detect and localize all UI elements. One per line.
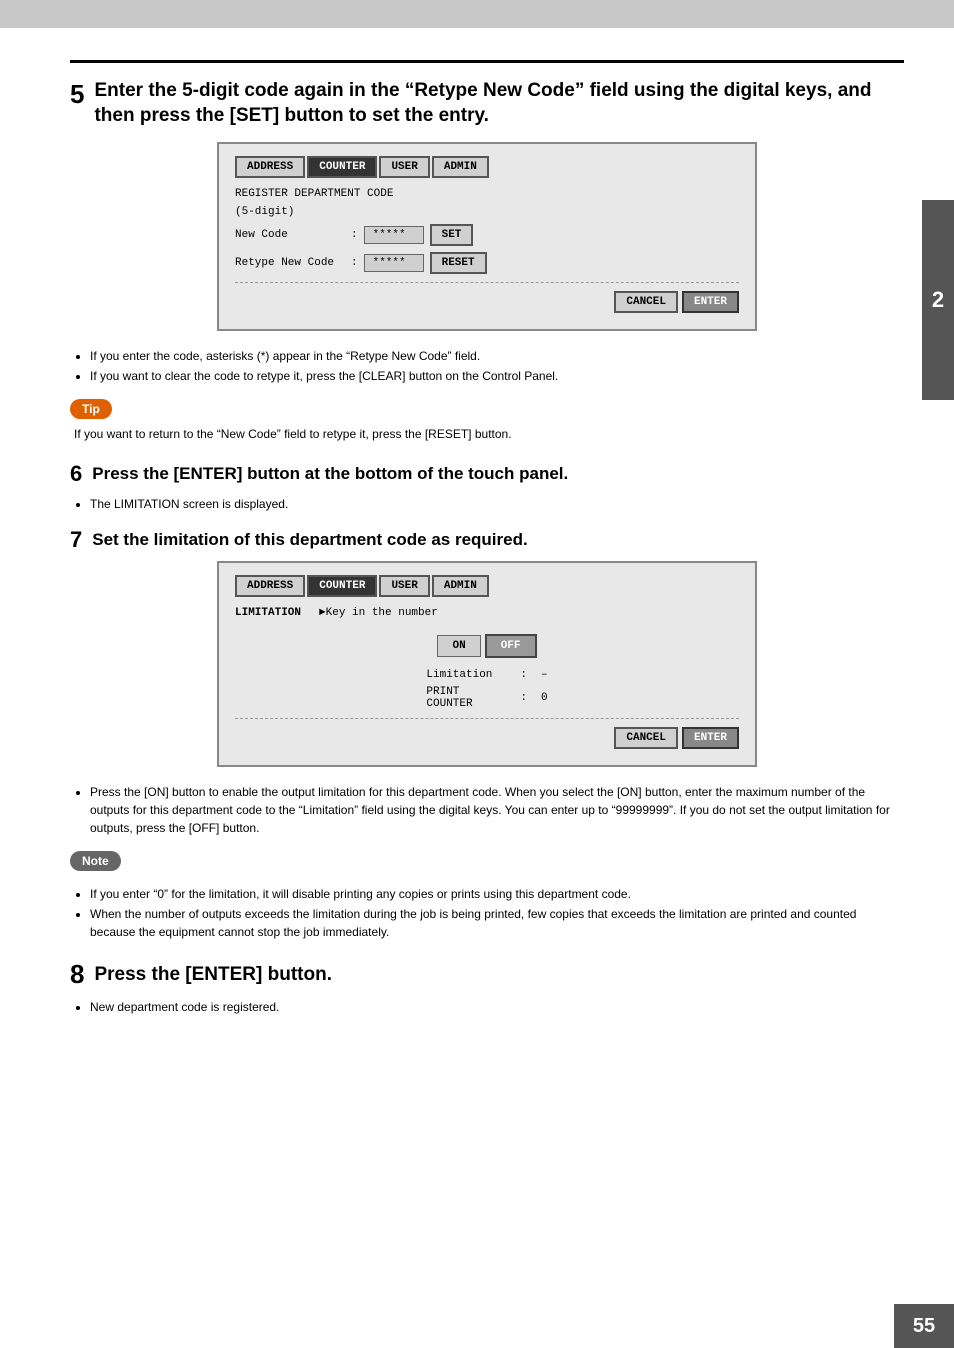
new-code-value: *****	[364, 226, 424, 244]
tab-counter[interactable]: COUNTER	[307, 156, 377, 178]
lim-tab-admin[interactable]: ADMIN	[432, 575, 489, 597]
print-counter-label: PRINT COUNTER	[426, 686, 506, 710]
main-content: 5 Enter the 5-digit code again in the “R…	[70, 60, 904, 1016]
note-label: Note	[70, 851, 121, 871]
lim-screen-divider	[235, 718, 739, 719]
screen-title-line2: (5-digit)	[235, 206, 739, 218]
tip-label: Tip	[70, 399, 112, 419]
step6-bullets: The LIMITATION screen is displayed.	[90, 495, 904, 513]
retype-label: Retype New Code	[235, 257, 345, 269]
limitation-colon: :	[520, 669, 527, 681]
limitation-dash: –	[541, 669, 548, 681]
step5-bullet-2: If you want to clear the code to retype …	[90, 367, 904, 385]
note-box: Note If you enter “0” for the limitation…	[70, 851, 904, 941]
off-button[interactable]: OFF	[485, 634, 537, 658]
enter-button[interactable]: ENTER	[682, 291, 739, 313]
page-number: 55	[894, 1304, 954, 1348]
step6-heading: 6 Press the [ENTER] button at the bottom…	[70, 461, 904, 487]
lim-enter-button[interactable]: ENTER	[682, 727, 739, 749]
step5-screen: ADDRESS COUNTER USER ADMIN REGISTER DEPA…	[217, 142, 757, 331]
step6-text: Press the [ENTER] button at the bottom o…	[92, 464, 568, 484]
step7-screen: ADDRESS COUNTER USER ADMIN LIMITATION ►K…	[217, 561, 757, 767]
step7-text: Set the limitation of this department co…	[92, 530, 527, 550]
print-counter-row: PRINT COUNTER : 0	[235, 686, 739, 710]
chapter-number: 2	[932, 287, 944, 313]
print-counter-colon: :	[520, 692, 527, 704]
section-divider	[70, 60, 904, 63]
step7-bullets: Press the [ON] button to enable the outp…	[90, 783, 904, 837]
step8-bullets: New department code is registered.	[90, 998, 904, 1016]
lim-label: LIMITATION	[235, 607, 301, 619]
new-code-colon: :	[351, 229, 358, 241]
retype-colon: :	[351, 257, 358, 269]
on-button[interactable]: ON	[437, 635, 480, 657]
limitation-label: Limitation	[426, 669, 506, 681]
step8-bullet: New department code is registered.	[90, 998, 904, 1016]
screen-bottom-row: CANCEL ENTER	[235, 291, 739, 313]
step6-bullet: The LIMITATION screen is displayed.	[90, 495, 904, 513]
screen-title-line1: REGISTER DEPARTMENT CODE	[235, 188, 739, 200]
lim-screen-tabs: ADDRESS COUNTER USER ADMIN	[235, 575, 739, 597]
step8-heading: 8 Press the [ENTER] button.	[70, 959, 904, 990]
screen-divider	[235, 282, 739, 283]
lim-tab-address[interactable]: ADDRESS	[235, 575, 305, 597]
tab-user[interactable]: USER	[379, 156, 429, 178]
note-bullet-1: If you enter “0” for the limitation, it …	[90, 885, 904, 903]
cancel-button[interactable]: CANCEL	[614, 291, 678, 313]
step5-bullet-1: If you enter the code, asterisks (*) app…	[90, 347, 904, 365]
on-off-row: ON OFF	[235, 634, 739, 658]
step5-text: Enter the 5-digit code again in the “Ret…	[94, 79, 904, 128]
set-button[interactable]: SET	[430, 224, 474, 246]
new-code-label: New Code	[235, 229, 345, 241]
note-bullets: If you enter “0” for the limitation, it …	[90, 885, 904, 941]
step8-text: Press the [ENTER] button.	[94, 964, 332, 986]
lim-cancel-button[interactable]: CANCEL	[614, 727, 678, 749]
key-hint: ►Key in the number	[319, 607, 438, 619]
tab-address[interactable]: ADDRESS	[235, 156, 305, 178]
lim-tab-user[interactable]: USER	[379, 575, 429, 597]
page-container: 2 55 5 Enter the 5-digit code again in t…	[0, 0, 954, 1348]
reset-button[interactable]: RESET	[430, 252, 487, 274]
tip-text: If you want to return to the “New Code” …	[74, 425, 904, 443]
step5-heading: 5 Enter the 5-digit code again in the “R…	[70, 79, 904, 128]
step5-number: 5	[70, 81, 84, 107]
note-bullet-2: When the number of outputs exceeds the l…	[90, 905, 904, 941]
print-counter-value: 0	[541, 692, 548, 704]
top-bar	[0, 0, 954, 28]
screen-tabs: ADDRESS COUNTER USER ADMIN	[235, 156, 739, 178]
retype-row: Retype New Code : ***** RESET	[235, 252, 739, 274]
chapter-tab: 2	[922, 200, 954, 400]
new-code-row: New Code : ***** SET	[235, 224, 739, 246]
lim-tab-counter[interactable]: COUNTER	[307, 575, 377, 597]
tab-admin[interactable]: ADMIN	[432, 156, 489, 178]
step7-number: 7	[70, 527, 82, 553]
step6-number: 6	[70, 461, 82, 487]
lim-title-row: LIMITATION ►Key in the number	[235, 607, 739, 619]
step8-number: 8	[70, 959, 84, 990]
limitation-row: Limitation : –	[235, 669, 739, 681]
retype-value: *****	[364, 254, 424, 272]
step7-bullet-1: Press the [ON] button to enable the outp…	[90, 783, 904, 837]
step7-heading: 7 Set the limitation of this department …	[70, 527, 904, 553]
lim-bottom-row: CANCEL ENTER	[235, 727, 739, 749]
tip-box: Tip If you want to return to the “New Co…	[70, 399, 904, 443]
step5-bullets: If you enter the code, asterisks (*) app…	[90, 347, 904, 385]
